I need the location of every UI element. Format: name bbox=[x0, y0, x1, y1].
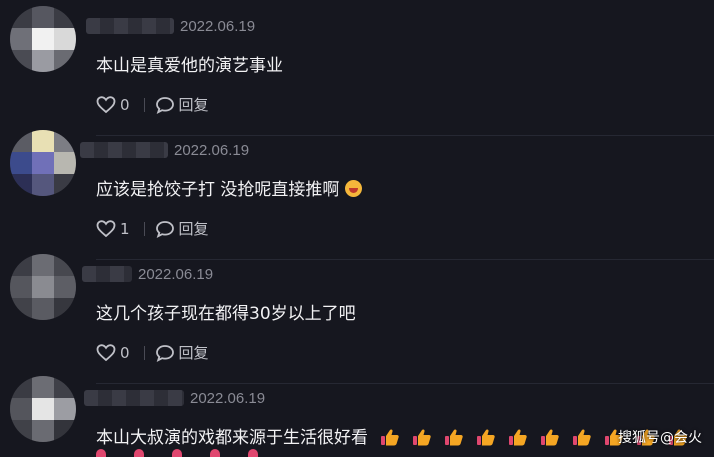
like-button[interactable]: 0 bbox=[96, 344, 130, 362]
avatar[interactable] bbox=[10, 6, 76, 72]
reply-label: 回复 bbox=[178, 344, 209, 362]
reply-label: 回复 bbox=[178, 96, 209, 114]
watermark: 搜狐号@会火 bbox=[618, 430, 702, 446]
avatar[interactable] bbox=[10, 130, 76, 196]
speech-bubble-icon bbox=[155, 344, 175, 362]
reply-button[interactable]: 回复 bbox=[155, 218, 209, 239]
comment-text: 本山大叔演的戏都来源于生活很好看 bbox=[96, 423, 688, 448]
emoji-row-partial bbox=[96, 449, 258, 457]
thumbs-up-emoji bbox=[509, 429, 527, 446]
grinning-face-emoji bbox=[345, 180, 363, 197]
like-button[interactable]: 0 bbox=[96, 96, 130, 114]
username-blurred[interactable] bbox=[86, 18, 174, 34]
comment-text: 本山是真爱他的演艺事业 bbox=[96, 56, 283, 76]
comment-text: 这几个孩子现在都得30岁以上了吧 bbox=[96, 304, 356, 324]
divider bbox=[96, 259, 714, 260]
divider bbox=[96, 135, 714, 136]
avatar[interactable] bbox=[10, 254, 76, 320]
thumbs-up-emoji bbox=[573, 429, 591, 446]
like-button[interactable]: 1 bbox=[96, 220, 130, 238]
avatar[interactable] bbox=[10, 376, 76, 442]
username-blurred[interactable] bbox=[80, 142, 168, 158]
comment-text-content: 应该是抢饺子打 没抢呢直接推啊 bbox=[96, 180, 340, 200]
like-count: 1 bbox=[120, 219, 130, 238]
reply-button[interactable]: 回复 bbox=[155, 342, 209, 363]
speech-bubble-icon bbox=[155, 220, 175, 238]
reply-button[interactable]: 回复 bbox=[155, 94, 209, 115]
reply-label: 回复 bbox=[178, 220, 209, 238]
speech-bubble-icon bbox=[155, 96, 175, 114]
thumbs-up-emoji bbox=[477, 429, 495, 446]
comment-date: 2022.06.19 bbox=[138, 265, 214, 283]
heart-outline-icon bbox=[96, 95, 116, 114]
username-blurred[interactable] bbox=[84, 390, 184, 406]
like-count: 0 bbox=[120, 95, 130, 114]
like-count: 0 bbox=[120, 343, 130, 362]
thumbs-up-emoji bbox=[381, 429, 399, 446]
thumbs-up-emoji bbox=[541, 429, 559, 446]
comment-date: 2022.06.19 bbox=[174, 141, 250, 159]
comment-date: 2022.06.19 bbox=[180, 17, 256, 35]
heart-outline-icon bbox=[96, 343, 116, 362]
comment-date: 2022.06.19 bbox=[190, 389, 266, 407]
thumbs-up-emoji bbox=[445, 429, 463, 446]
comment-text: 应该是抢饺子打 没抢呢直接推啊 bbox=[96, 175, 363, 200]
divider bbox=[143, 221, 145, 236]
divider bbox=[96, 383, 714, 384]
heart-outline-icon bbox=[96, 219, 116, 238]
username-blurred[interactable] bbox=[82, 266, 132, 282]
comment-text-content: 本山大叔演的戏都来源于生活很好看 bbox=[96, 428, 368, 448]
thumbs-up-emoji bbox=[413, 429, 431, 446]
divider bbox=[143, 345, 145, 360]
divider bbox=[143, 97, 145, 112]
